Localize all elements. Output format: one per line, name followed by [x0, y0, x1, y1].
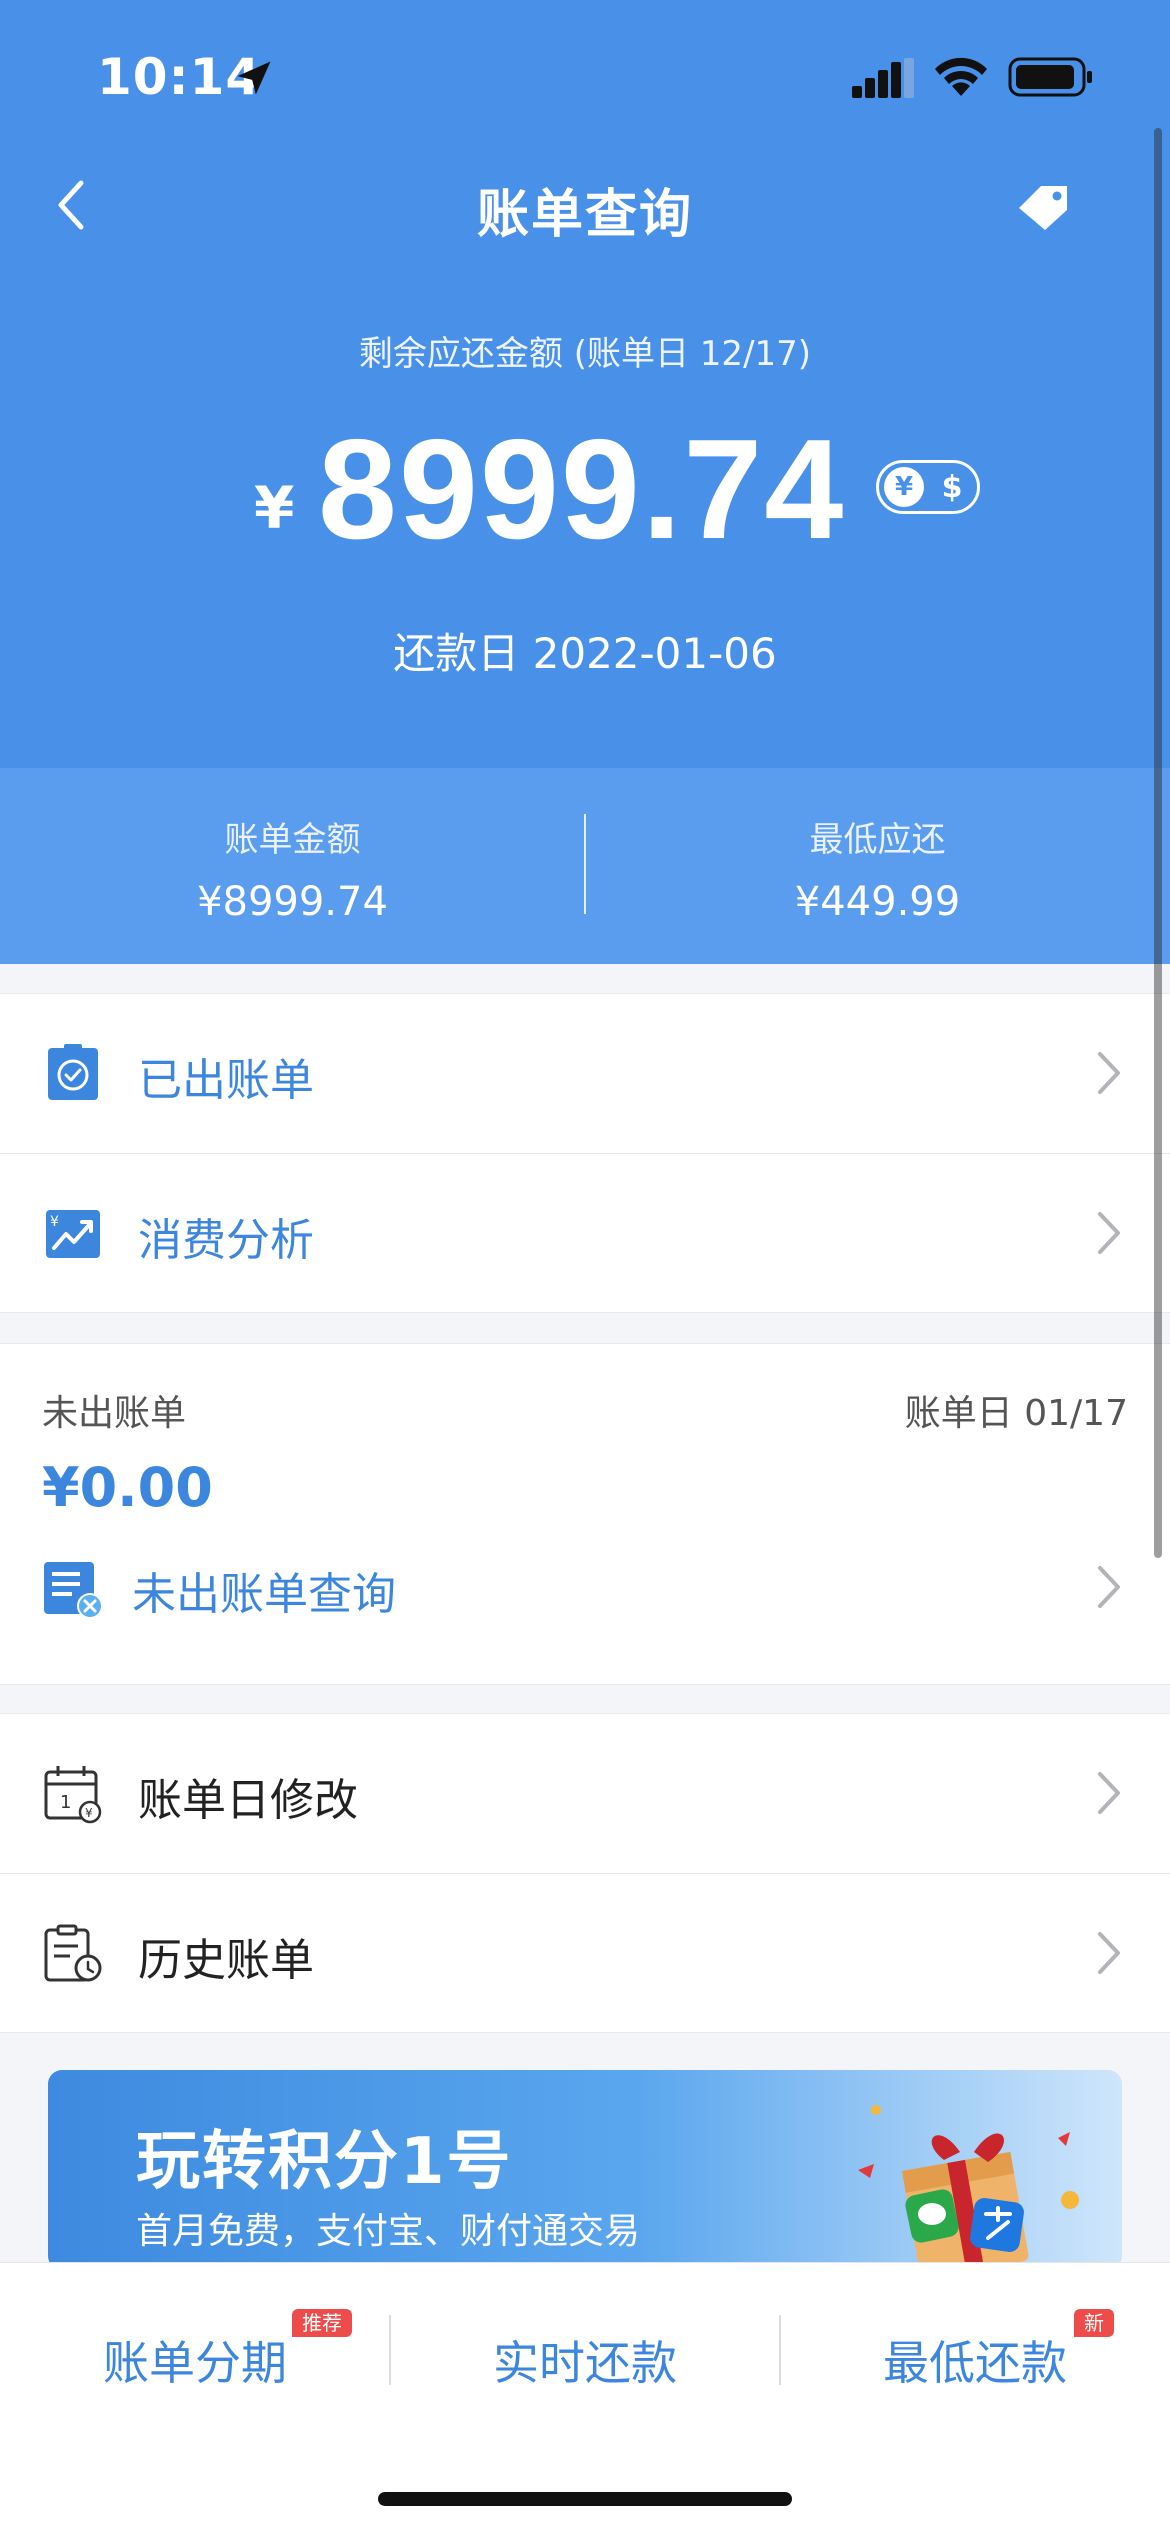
yen-option: ¥ [884, 467, 924, 507]
menu-item-label: 历史账单 [138, 1935, 314, 1986]
remaining-amount: ¥ 8999.74 ¥ $ [0, 408, 1170, 569]
svg-text:¥: ¥ [50, 1214, 59, 1230]
chevron-right-icon [1098, 1566, 1120, 1608]
banner-title: 玩转积分1号 [136, 2125, 513, 2199]
menu-item-label: 已出账单 [138, 1055, 314, 1106]
battery-icon [1008, 57, 1092, 97]
home-indicator [378, 2492, 792, 2506]
unbilled-query-icon [44, 1562, 103, 1619]
menu-item-history-bill[interactable]: 历史账单 [0, 1874, 1170, 2032]
minimum-payment-value: ¥449.99 [794, 879, 961, 925]
realtime-repay-button[interactable]: 实时还款 [390, 2323, 780, 2403]
svg-text:¥: ¥ [85, 1806, 93, 1820]
menu-item-label: 消费分析 [138, 1215, 314, 1266]
unbilled-query-row[interactable]: 未出账单查询 [0, 1520, 1170, 1660]
navigation-bar: 账单查询 [0, 150, 1170, 260]
unbilled-query-label: 未出账单查询 [132, 1569, 396, 1620]
scrollbar[interactable] [1154, 128, 1162, 1558]
due-date: 还款日 2022-01-06 [393, 629, 777, 678]
unbilled-bill-date: 账单日 01/17 [904, 1393, 1128, 1434]
unbilled-amount: ¥0.00 [42, 1456, 213, 1519]
location-arrow-icon [237, 61, 271, 95]
statement-header: 10:14 账单查询 剩余应还金额 (账单日 12/17) ¥ 8999.74 … [0, 0, 1170, 768]
unbilled-label: 未出账单 [42, 1393, 187, 1434]
new-badge: 新 [1074, 2309, 1114, 2337]
svg-text:1: 1 [60, 1792, 71, 1813]
gift-box-illustration [858, 2105, 1079, 2270]
tag-icon [1019, 186, 1067, 230]
remaining-amount-value: 8999.74 [318, 410, 846, 569]
currency-toggle[interactable]: ¥ $ [876, 460, 980, 514]
points-promo-banner[interactable]: 玩转积分1号 首月免费，支付宝、财付通交易 [48, 2070, 1122, 2270]
menu-item-bill-date-change[interactable]: 1 ¥ 账单日修改 [0, 1714, 1170, 1872]
spending-analysis-icon: ¥ [46, 1210, 100, 1258]
bill-menu-card: 已出账单 ¥ 消费分析 [0, 993, 1170, 1313]
chevron-right-icon [1098, 1052, 1120, 1094]
cellular-signal-icon [852, 58, 914, 98]
calendar-icon: 1 ¥ [44, 1766, 102, 1824]
realtime-repay-label: 实时还款 [493, 2336, 677, 2390]
chevron-right-icon [1098, 1212, 1120, 1254]
chevron-right-icon [1098, 1772, 1120, 1814]
minimum-payment-label: 最低应还 [809, 820, 946, 860]
menu-item-issued-bill[interactable]: 已出账单 [0, 994, 1170, 1152]
tag-button[interactable] [1004, 172, 1084, 238]
wifi-icon [935, 57, 987, 96]
page-title: 账单查询 [476, 185, 693, 245]
currency-symbol: ¥ [254, 474, 295, 542]
unbilled-card: 未出账单 账单日 01/17 ¥0.00 未出账单查询 [0, 1343, 1170, 1685]
minimum-repay-label: 最低还款 [883, 2336, 1067, 2390]
history-icon [44, 1924, 102, 1982]
bill-amount-label: 账单金额 [224, 820, 361, 860]
installment-label: 账单分期 [103, 2336, 287, 2390]
installment-button[interactable]: 账单分期 推荐 [0, 2309, 390, 2403]
remaining-amount-label: 剩余应还金额 (账单日 12/17) [358, 334, 812, 374]
banner-subtitle: 首月免费，支付宝、财付通交易 [136, 2211, 641, 2252]
menu-item-spending-analysis[interactable]: ¥ 消费分析 [0, 1154, 1170, 1312]
minimum-repay-button[interactable]: 最低还款 新 [780, 2309, 1170, 2403]
bill-amount-value: ¥8999.74 [197, 879, 388, 925]
chevron-right-icon [1098, 1932, 1120, 1974]
minimum-payment: 最低应还 ¥449.99 [585, 812, 1170, 925]
issued-bill-icon [48, 1044, 98, 1100]
settings-card: 1 ¥ 账单日修改 历史账单 [0, 1713, 1170, 2033]
bill-amount: 账单金额 ¥8999.74 [0, 812, 585, 925]
statement-summary: 账单金额 ¥8999.74 最低应还 ¥449.99 [0, 768, 1170, 964]
dollar-option: $ [941, 469, 963, 505]
status-bar: 10:14 [0, 0, 1170, 150]
menu-item-label: 账单日修改 [138, 1775, 358, 1826]
recommend-badge: 推荐 [292, 2309, 352, 2337]
